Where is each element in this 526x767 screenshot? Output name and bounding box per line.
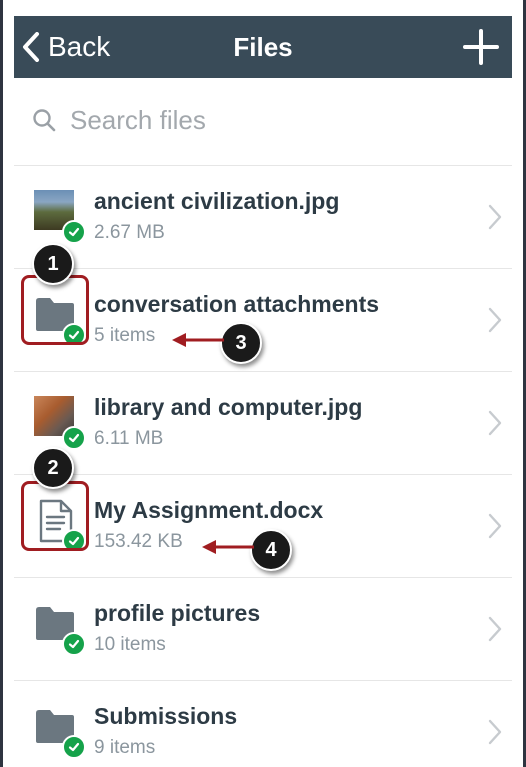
item-count: 5 items (94, 325, 156, 346)
back-label: Back (48, 31, 111, 62)
chevron-right-icon (488, 410, 502, 436)
callout-badge-3: 3 (220, 322, 262, 364)
callout-badge-4: 4 (250, 529, 292, 571)
add-button[interactable] (462, 28, 500, 66)
synced-check-icon (62, 632, 86, 656)
file-name: conversation attachments (94, 291, 380, 317)
synced-check-icon (62, 426, 86, 450)
file-row[interactable]: ancient civilization.jpg 2.67 MB (14, 166, 512, 268)
callout-arrow-icon (202, 540, 254, 554)
chevron-left-icon (23, 32, 39, 62)
file-name: My Assignment.docx (94, 497, 324, 523)
nav-bar: Back Files (14, 16, 512, 78)
synced-check-icon (62, 735, 86, 759)
chevron-right-icon (488, 513, 502, 539)
plus-icon (463, 29, 499, 65)
back-button[interactable]: Back (22, 26, 110, 68)
file-name: library and computer.jpg (94, 394, 363, 420)
chevron-right-icon (488, 307, 502, 333)
search-input[interactable] (68, 103, 452, 137)
chevron-right-icon (488, 719, 502, 745)
file-row[interactable]: library and computer.jpg 6.11 MB (14, 372, 512, 474)
chevron-right-icon (488, 204, 502, 230)
file-size: 2.67 MB (94, 222, 165, 243)
item-count: 9 items (94, 737, 156, 758)
file-row[interactable]: Submissions 9 items (14, 681, 512, 767)
file-name: profile pictures (94, 600, 261, 626)
search-icon (33, 109, 56, 132)
callout-badge-1: 1 (32, 243, 74, 285)
image-thumbnail (34, 396, 86, 450)
callout-highlight-box (21, 481, 89, 551)
callout-highlight-box (21, 275, 89, 345)
file-size: 153.42 KB (94, 531, 183, 552)
image-thumbnail (34, 190, 86, 244)
file-name: Submissions (94, 703, 238, 729)
file-size: 6.11 MB (94, 428, 164, 449)
item-count: 10 items (94, 634, 166, 655)
folder-thumbnail (34, 705, 86, 759)
chevron-right-icon (488, 616, 502, 642)
search-bar (32, 100, 472, 140)
synced-check-icon (62, 220, 86, 244)
callout-arrow-icon (172, 333, 224, 347)
file-row[interactable]: profile pictures 10 items (14, 578, 512, 680)
folder-thumbnail (34, 602, 86, 656)
file-name: ancient civilization.jpg (94, 188, 340, 214)
callout-badge-2: 2 (32, 447, 74, 489)
